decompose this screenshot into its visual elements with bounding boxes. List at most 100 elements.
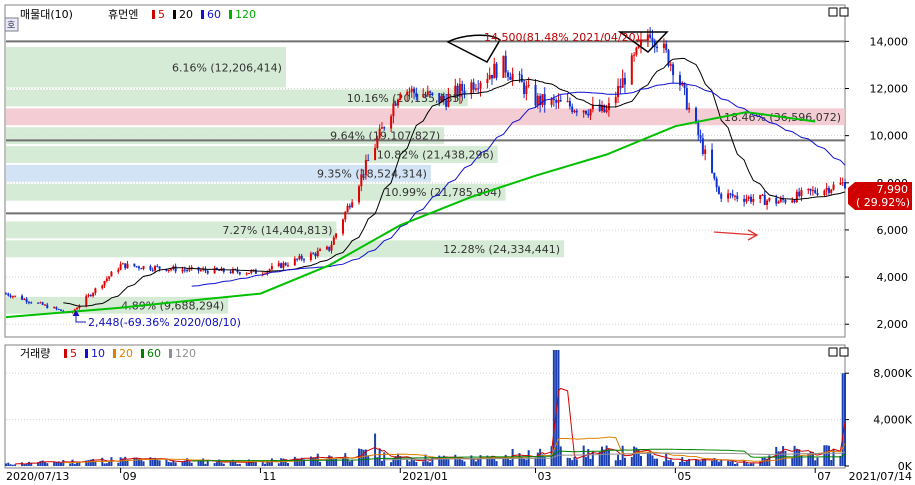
volume-bar: [646, 452, 649, 466]
candle-body: [495, 63, 498, 78]
candle-body: [57, 308, 60, 310]
candle-body: [378, 128, 381, 139]
volume-bar: [607, 449, 610, 466]
candle-body: [213, 267, 216, 274]
volume-restore-button[interactable]: [828, 347, 838, 357]
candle-body: [699, 135, 702, 139]
volume-bar: [105, 463, 108, 466]
volume-bar: [534, 457, 537, 466]
candle-body: [759, 195, 762, 199]
candle-body: [390, 116, 393, 129]
candle-body: [174, 266, 177, 272]
candle-body: [568, 101, 571, 107]
volume-bar: [213, 463, 216, 466]
volume-bar: [683, 461, 686, 466]
candle-body: [809, 188, 812, 191]
candle-body: [534, 84, 537, 106]
candle-body: [795, 191, 798, 203]
restore-button[interactable]: [828, 7, 838, 17]
candle-body: [85, 296, 88, 306]
candle-body: [43, 304, 46, 306]
candle-body: [167, 269, 170, 272]
candle-body: [9, 295, 12, 297]
candle-body: [186, 269, 189, 271]
candle-body: [814, 190, 817, 193]
candle-body: [158, 266, 161, 269]
candle-body: [559, 100, 562, 102]
candle-body: [55, 307, 58, 309]
volume-bar: [5, 463, 7, 466]
candle-body: [351, 202, 354, 208]
candle-body: [649, 34, 652, 38]
candle-body: [743, 198, 746, 202]
volume-bar: [362, 449, 365, 466]
volume-bar: [406, 459, 409, 466]
candle-body: [536, 95, 539, 106]
candle-body: [11, 296, 14, 298]
candle-body: [438, 92, 441, 103]
volume-bar: [447, 459, 450, 466]
candle-body: [665, 43, 668, 51]
volume-bar: [378, 448, 381, 466]
volume-bar: [747, 464, 750, 466]
candle-body: [344, 211, 347, 220]
candle-body: [319, 249, 322, 251]
candle-body: [103, 280, 106, 286]
candle-body: [181, 269, 184, 272]
candle-body: [823, 190, 826, 196]
maximize-button[interactable]: [839, 7, 849, 17]
volume-bar: [669, 459, 672, 466]
volume-ma-legend-label: 120: [175, 347, 196, 360]
candle-body: [777, 201, 780, 204]
candle-body: [413, 88, 416, 93]
volume-bar: [791, 457, 794, 466]
candle-body: [133, 263, 136, 267]
candle-body: [775, 197, 778, 204]
volume-bar: [589, 458, 592, 466]
candle-body: [14, 295, 17, 297]
volume-bar: [509, 459, 512, 466]
low-label: 2,448(-69.36% 2020/08/10): [88, 316, 241, 329]
candle-body: [639, 40, 642, 46]
ma-legend-swatch: [173, 10, 176, 19]
volume-bar: [745, 462, 748, 466]
x-tick-label: 2021/07/14: [849, 470, 912, 481]
volume-bar: [314, 457, 317, 466]
candle-body: [89, 294, 92, 297]
candle-body: [300, 255, 303, 260]
candle-body: [325, 246, 328, 250]
volume-bar: [559, 446, 562, 466]
x-tick-label: 03: [538, 470, 552, 481]
volume-bar: [380, 460, 383, 466]
volume-bar: [103, 463, 106, 466]
candle-body: [766, 200, 769, 205]
candle-body: [669, 64, 672, 66]
x-tick-label: 07: [817, 470, 831, 481]
volume-bar: [277, 463, 280, 466]
volume-bar: [566, 457, 569, 466]
current-price-value: 7,990: [877, 183, 909, 196]
volume-bar: [539, 448, 542, 466]
candle-body: [23, 299, 26, 301]
candle-body: [711, 149, 714, 173]
candle-body: [463, 90, 466, 94]
volume-bar: [445, 459, 448, 466]
volume-bar: [429, 462, 432, 466]
price-tick-label: 14,000: [870, 35, 909, 48]
candle-body: [509, 76, 512, 80]
volume-bar: [413, 460, 416, 466]
volume-maximize-button[interactable]: [839, 347, 849, 357]
x-tick-label: 2020/07/13: [6, 470, 69, 481]
candle-body: [406, 91, 409, 96]
candle-body: [523, 82, 526, 94]
candle-body: [60, 309, 63, 311]
volume-bar: [601, 446, 604, 466]
candle-body: [392, 103, 395, 117]
volume-bar: [743, 460, 746, 466]
volume-bar: [220, 462, 223, 466]
volume-bar: [573, 457, 576, 466]
candle-body: [694, 107, 697, 123]
candle-body: [573, 110, 576, 112]
volume-bar: [493, 458, 496, 466]
candle-body: [575, 110, 578, 113]
